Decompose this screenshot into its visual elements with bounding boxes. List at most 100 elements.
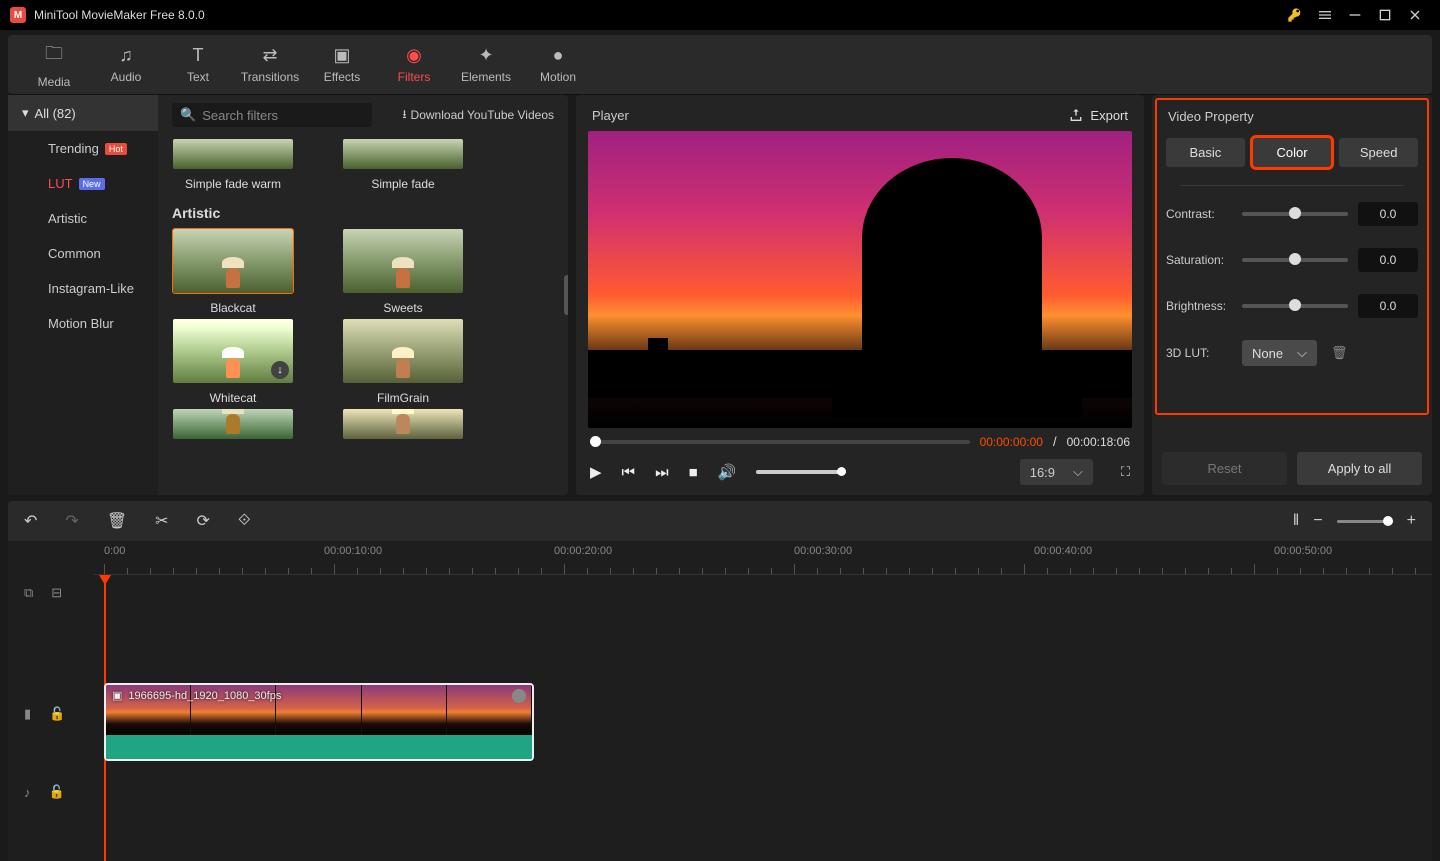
tab-media[interactable]: 🗀Media bbox=[18, 35, 90, 94]
scrollbar[interactable] bbox=[564, 275, 568, 315]
audio-track-icon: ♪ bbox=[24, 785, 31, 800]
section-artistic-title: Artistic bbox=[172, 205, 558, 221]
category-lut[interactable]: LUTNew bbox=[8, 166, 158, 201]
hamburger-icon[interactable] bbox=[1310, 0, 1340, 30]
fullscreen-button[interactable]: ⛶ bbox=[1121, 464, 1130, 480]
search-input[interactable]: 🔍 Search filters bbox=[172, 103, 372, 127]
contrast-slider[interactable] bbox=[1242, 212, 1348, 216]
time-ruler[interactable]: 0:00 00:00:10:00 00:00:20:00 00:00:30:00… bbox=[94, 541, 1432, 575]
tick: 00:00:50:00 bbox=[1274, 545, 1332, 557]
music-icon: ♫ bbox=[119, 45, 133, 66]
titlebar: M MiniTool MovieMaker Free 8.0.0 bbox=[0, 0, 1440, 30]
window-minimize[interactable] bbox=[1340, 0, 1370, 30]
filter-simple-fade-warm[interactable]: Simple fade warm bbox=[168, 139, 298, 191]
timeline-toolbar: ↶ ↷ 🗑 ✂ ⟳ ⟐ ‖ − + bbox=[8, 501, 1432, 541]
tick: 00:00:30:00 bbox=[794, 545, 852, 557]
chevron-down-icon: ⌵ bbox=[1073, 464, 1083, 480]
speed-button[interactable]: ⟳ bbox=[197, 511, 210, 531]
window-close[interactable] bbox=[1400, 0, 1430, 30]
play-button[interactable]: ▶ bbox=[590, 463, 602, 481]
main-toolbar: 🗀Media ♫Audio TText ⇄Transitions ▣Effect… bbox=[8, 35, 1432, 95]
filter-filmgrain[interactable]: FilmGrain bbox=[338, 319, 468, 405]
filters-grid: 🔍 Search filters ⭳ Download YouTube Vide… bbox=[158, 95, 568, 495]
prev-button[interactable]: ⏮ bbox=[622, 464, 636, 481]
cut-button[interactable]: ✂ bbox=[155, 511, 168, 531]
prop-tab-speed[interactable]: Speed bbox=[1339, 138, 1418, 167]
volume-slider[interactable] bbox=[756, 470, 846, 474]
filter-simple-fade[interactable]: Simple fade bbox=[338, 139, 468, 191]
category-artistic[interactable]: Artistic bbox=[8, 201, 158, 236]
app-title: MiniTool MovieMaker Free 8.0.0 bbox=[34, 8, 205, 22]
lut-select[interactable]: None⌵ bbox=[1242, 340, 1317, 366]
filters-panel: ▾All (82) TrendingHot LUTNew Artistic Co… bbox=[8, 95, 568, 495]
video-preview[interactable] bbox=[588, 131, 1132, 428]
video-clip[interactable]: ▣1966695-hd_1920_1080_30fps bbox=[104, 683, 534, 761]
tracks-area[interactable]: ▣1966695-hd_1920_1080_30fps bbox=[94, 575, 1432, 861]
video-track-icon: ▮ bbox=[24, 706, 31, 722]
key-icon[interactable] bbox=[1280, 0, 1310, 30]
stop-button[interactable]: ■ bbox=[689, 464, 698, 481]
saturation-value[interactable]: 0.0 bbox=[1358, 248, 1418, 272]
tab-filters[interactable]: ◉Filters bbox=[378, 35, 450, 94]
snap-button[interactable]: ‖ bbox=[1293, 512, 1300, 530]
new-badge: New bbox=[79, 178, 105, 190]
undo-button[interactable]: ↶ bbox=[24, 511, 37, 531]
contrast-label: Contrast: bbox=[1166, 207, 1242, 221]
filter-blackcat[interactable]: Blackcat bbox=[168, 229, 298, 315]
clip-close-icon[interactable] bbox=[512, 689, 526, 703]
export-icon bbox=[1068, 107, 1084, 123]
tab-effects[interactable]: ▣Effects bbox=[306, 35, 378, 94]
filter-whitecat[interactable]: ↓Whitecat bbox=[168, 319, 298, 405]
aspect-select[interactable]: 16:9⌵ bbox=[1020, 459, 1093, 485]
tick: 0:00 bbox=[104, 545, 125, 557]
lut-label: 3D LUT: bbox=[1166, 346, 1242, 360]
contrast-value[interactable]: 0.0 bbox=[1358, 202, 1418, 226]
brightness-value[interactable]: 0.0 bbox=[1358, 294, 1418, 318]
tab-motion[interactable]: ●Motion bbox=[522, 35, 594, 94]
player-title: Player bbox=[592, 108, 629, 123]
seek-bar[interactable] bbox=[590, 440, 970, 444]
tab-transitions[interactable]: ⇄Transitions bbox=[234, 35, 306, 94]
export-button[interactable]: Export bbox=[1068, 107, 1128, 123]
category-common[interactable]: Common bbox=[8, 236, 158, 271]
prop-tab-color[interactable]: Color bbox=[1253, 138, 1332, 167]
collapse-icon[interactable]: ⊟ bbox=[51, 585, 62, 601]
download-youtube-link[interactable]: ⭳ Download YouTube Videos bbox=[382, 105, 554, 126]
video-property-panel: Video Property Basic Color Speed Contras… bbox=[1152, 95, 1432, 495]
tab-elements[interactable]: ✦Elements bbox=[450, 35, 522, 94]
category-instagram[interactable]: Instagram-Like bbox=[8, 271, 158, 306]
trash-icon[interactable]: 🗑 bbox=[1331, 345, 1348, 361]
tab-audio[interactable]: ♫Audio bbox=[90, 35, 162, 94]
zoom-out-button[interactable]: − bbox=[1313, 512, 1322, 530]
text-icon: T bbox=[193, 45, 204, 66]
track-headers: ⧉ ⊟ ▮ 🔓 ♪ 🔓 bbox=[8, 575, 94, 861]
reset-button[interactable]: Reset bbox=[1162, 452, 1287, 485]
filter-sweets[interactable]: Sweets bbox=[338, 229, 468, 315]
delete-button[interactable]: 🗑 bbox=[107, 511, 127, 531]
apply-all-button[interactable]: Apply to all bbox=[1297, 452, 1422, 485]
category-trending[interactable]: TrendingHot bbox=[8, 131, 158, 166]
next-button[interactable]: ⏭ bbox=[655, 464, 669, 481]
redo-button[interactable]: ↷ bbox=[65, 511, 78, 531]
lock-icon[interactable]: 🔓 bbox=[49, 706, 65, 722]
category-all[interactable]: ▾All (82) bbox=[8, 95, 158, 131]
crop-button[interactable]: ⟐ bbox=[238, 512, 251, 530]
brightness-label: Brightness: bbox=[1166, 299, 1242, 313]
window-maximize[interactable] bbox=[1370, 0, 1400, 30]
tab-text[interactable]: TText bbox=[162, 35, 234, 94]
zoom-in-button[interactable]: + bbox=[1407, 512, 1416, 530]
brightness-slider[interactable] bbox=[1242, 304, 1348, 308]
download-icon: ⭳ bbox=[402, 105, 406, 126]
effects-icon: ▣ bbox=[333, 45, 350, 66]
saturation-slider[interactable] bbox=[1242, 258, 1348, 262]
zoom-slider[interactable] bbox=[1337, 520, 1393, 523]
filter-more-1[interactable] bbox=[168, 409, 298, 439]
filter-more-2[interactable] bbox=[338, 409, 468, 439]
category-motion-blur[interactable]: Motion Blur bbox=[8, 306, 158, 341]
chevron-down-icon: ⌵ bbox=[1297, 345, 1307, 361]
volume-icon[interactable]: 🔊 bbox=[718, 463, 737, 481]
add-track-icon[interactable]: ⧉ bbox=[24, 585, 33, 601]
prop-tab-basic[interactable]: Basic bbox=[1166, 138, 1245, 167]
timeline: 0:00 00:00:10:00 00:00:20:00 00:00:30:00… bbox=[8, 541, 1432, 861]
lock-icon[interactable]: 🔓 bbox=[49, 784, 65, 800]
